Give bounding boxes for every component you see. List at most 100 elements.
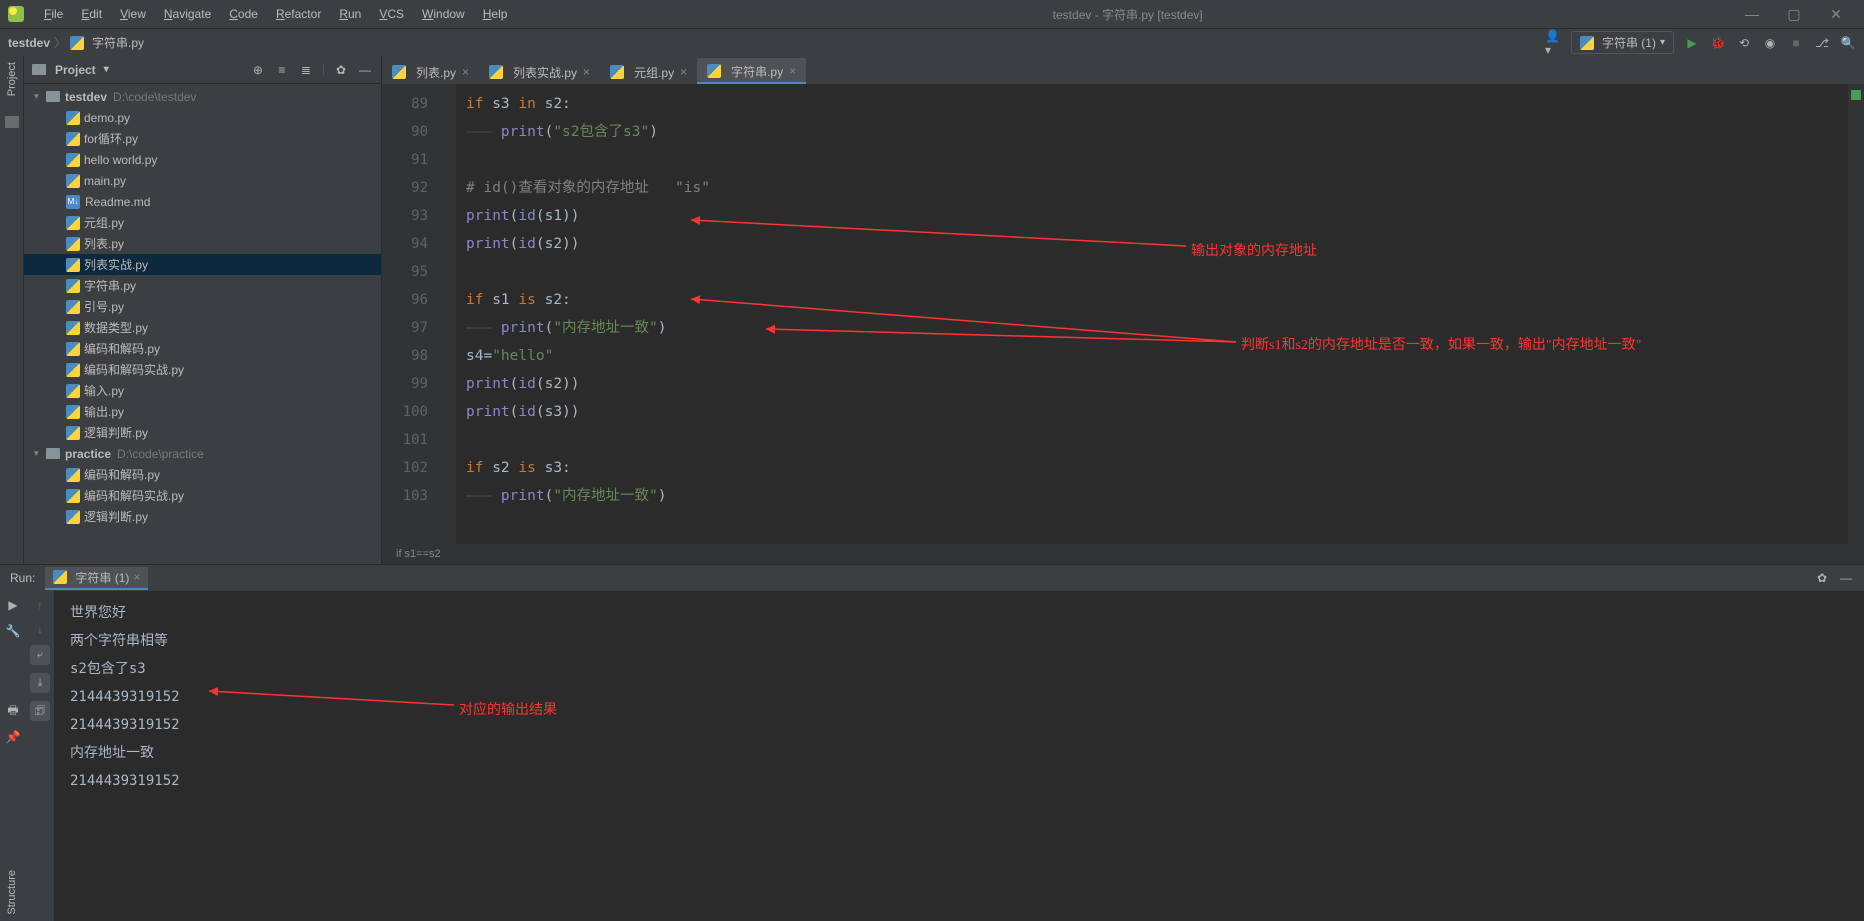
run-tab-label: 字符串 (1) [75, 569, 129, 586]
run-config-selector[interactable]: 字符串 (1) ▾ [1571, 31, 1674, 54]
search-icon[interactable]: 🔍 [1840, 35, 1856, 51]
console-line: 2144439319152 [70, 683, 1848, 711]
tree-item[interactable]: 编码和解码实战.py [24, 359, 381, 380]
close-button[interactable]: ✕ [1824, 6, 1848, 23]
editor-tab[interactable]: 元组.py× [600, 58, 697, 84]
menu-refactor[interactable]: Refactor [268, 5, 329, 23]
run-tab[interactable]: 字符串 (1) × [45, 567, 148, 590]
git-icon[interactable]: ⎇ [1814, 35, 1830, 51]
tree-item[interactable]: 列表.py [24, 233, 381, 254]
tree-item[interactable]: 编码和解码.py [24, 464, 381, 485]
close-icon[interactable]: × [583, 65, 590, 79]
project-tree[interactable]: ▾testdevD:\code\testdevdemo.pyfor循环.pyhe… [24, 84, 381, 564]
inspection-strip[interactable] [1848, 84, 1864, 544]
tree-item[interactable]: main.py [24, 170, 381, 191]
folder-icon [32, 64, 46, 75]
line-gutter[interactable]: 8990919293949596979899100101102103 [382, 84, 442, 544]
hide-icon[interactable]: — [357, 62, 373, 78]
python-file-icon [53, 570, 67, 584]
tree-item[interactable]: 元组.py [24, 212, 381, 233]
tree-item[interactable]: 数据类型.py [24, 317, 381, 338]
tree-item[interactable]: M↓Readme.md [24, 191, 381, 212]
tree-item[interactable]: for循环.py [24, 128, 381, 149]
console-line: 两个字符串相等 [70, 627, 1848, 655]
editor-tab[interactable]: 字符串.py× [697, 58, 806, 84]
stop-icon[interactable]: ■ [1788, 35, 1804, 51]
structure-tool-button[interactable]: Structure [6, 870, 18, 915]
run-config-name: 字符串 (1) [1602, 34, 1656, 51]
left-tool-rail: Project [0, 56, 24, 564]
tree-item[interactable]: 编码和解码.py [24, 338, 381, 359]
print-icon[interactable]: 🖶 [5, 703, 21, 719]
down-icon[interactable]: ↓ [32, 621, 48, 637]
tree-item[interactable]: 编码和解码实战.py [24, 485, 381, 506]
gear-icon[interactable]: ✿ [1814, 570, 1830, 586]
minimize-button[interactable]: — [1740, 6, 1764, 23]
console-line: 世界您好 [70, 599, 1848, 627]
up-icon[interactable]: ↑ [32, 597, 48, 613]
wrench-icon[interactable]: 🔧 [5, 623, 21, 639]
menu-window[interactable]: Window [414, 5, 473, 23]
sidebar-title: Project [55, 63, 96, 77]
console-line: 2144439319152 [70, 711, 1848, 739]
rerun-icon[interactable]: ▶ [5, 597, 21, 613]
project-tool-button[interactable]: Project [6, 62, 18, 96]
menu-run[interactable]: Run [331, 5, 369, 23]
project-sidebar: Project ▾ ⊕ ≡ ≣ | ✿ — ▾testdevD:\code\te… [24, 56, 382, 564]
menu-file[interactable]: File [36, 5, 71, 23]
tree-item[interactable]: hello world.py [24, 149, 381, 170]
console-line: 2144439319152 [70, 767, 1848, 795]
collapse-icon[interactable]: ≣ [298, 62, 314, 78]
code-breadcrumb[interactable]: if s1==s2 [382, 544, 1864, 564]
menu-vcs[interactable]: VCS [371, 5, 412, 23]
menu-code[interactable]: Code [221, 5, 266, 23]
code-editor[interactable]: if s3 in s2:——— print("s2包含了s3") # id()查… [456, 84, 1848, 544]
window-title: testdev - 字符串.py [testdev] [515, 6, 1740, 23]
folder-icon[interactable] [5, 116, 19, 128]
editor-tabs: 列表.py×列表实战.py×元组.py×字符串.py× [382, 56, 1864, 84]
gear-icon[interactable]: ✿ [333, 62, 349, 78]
maximize-button[interactable]: ▢ [1782, 6, 1806, 23]
run-panel-label: Run: [10, 571, 35, 585]
menu-navigate[interactable]: Navigate [156, 5, 219, 23]
editor-tab[interactable]: 列表.py× [382, 58, 479, 84]
menu-edit[interactable]: Edit [73, 5, 110, 23]
title-bar: FileEditViewNavigateCodeRefactorRunVCSWi… [0, 0, 1864, 28]
close-icon[interactable]: × [680, 65, 687, 79]
tree-item[interactable]: 逻辑判断.py [24, 422, 381, 443]
console-output[interactable]: 世界您好两个字符串相等s2包含了s32144439319152214443931… [54, 591, 1864, 921]
expand-icon[interactable]: ≡ [274, 62, 290, 78]
breadcrumb-file[interactable]: 字符串.py [92, 34, 144, 51]
scroll-to-end-icon[interactable]: ⤓ [30, 673, 50, 693]
tree-item[interactable]: 输出.py [24, 401, 381, 422]
hide-icon[interactable]: — [1838, 570, 1854, 586]
app-icon [8, 6, 24, 22]
locate-icon[interactable]: ⊕ [250, 62, 266, 78]
menu-view[interactable]: View [112, 5, 154, 23]
tree-item[interactable]: ▾testdevD:\code\testdev [24, 86, 381, 107]
tree-item[interactable]: 引号.py [24, 296, 381, 317]
tree-item[interactable]: 列表实战.py [24, 254, 381, 275]
close-icon[interactable]: × [133, 570, 140, 584]
debug-button-icon[interactable]: 🐞 [1710, 35, 1726, 51]
tree-item[interactable]: 逻辑判断.py [24, 506, 381, 527]
close-icon[interactable]: × [789, 64, 796, 78]
breadcrumb[interactable]: testdev 〉 字符串.py [8, 34, 144, 51]
profile-icon[interactable]: ◉ [1762, 35, 1778, 51]
breadcrumb-project[interactable]: testdev [8, 36, 50, 50]
console-line: s2包含了s3 [70, 655, 1848, 683]
menu-bar: FileEditViewNavigateCodeRefactorRunVCSWi… [36, 5, 515, 23]
tree-item[interactable]: 输入.py [24, 380, 381, 401]
user-icon[interactable]: 👤▾ [1545, 35, 1561, 51]
soft-wrap-icon[interactable]: ⤶ [30, 645, 50, 665]
navigation-bar: testdev 〉 字符串.py 👤▾ 字符串 (1) ▾ ▶ 🐞 ⟲ ◉ ■ … [0, 28, 1864, 56]
run-button-icon[interactable]: ▶ [1684, 35, 1700, 51]
tree-item[interactable]: demo.py [24, 107, 381, 128]
tree-item[interactable]: ▾practiceD:\code\practice [24, 443, 381, 464]
coverage-icon[interactable]: ⟲ [1736, 35, 1752, 51]
tree-item[interactable]: 字符串.py [24, 275, 381, 296]
clear-icon[interactable]: 🗊 [30, 701, 50, 721]
editor-tab[interactable]: 列表实战.py× [479, 58, 600, 84]
close-icon[interactable]: × [462, 65, 469, 79]
menu-help[interactable]: Help [475, 5, 516, 23]
